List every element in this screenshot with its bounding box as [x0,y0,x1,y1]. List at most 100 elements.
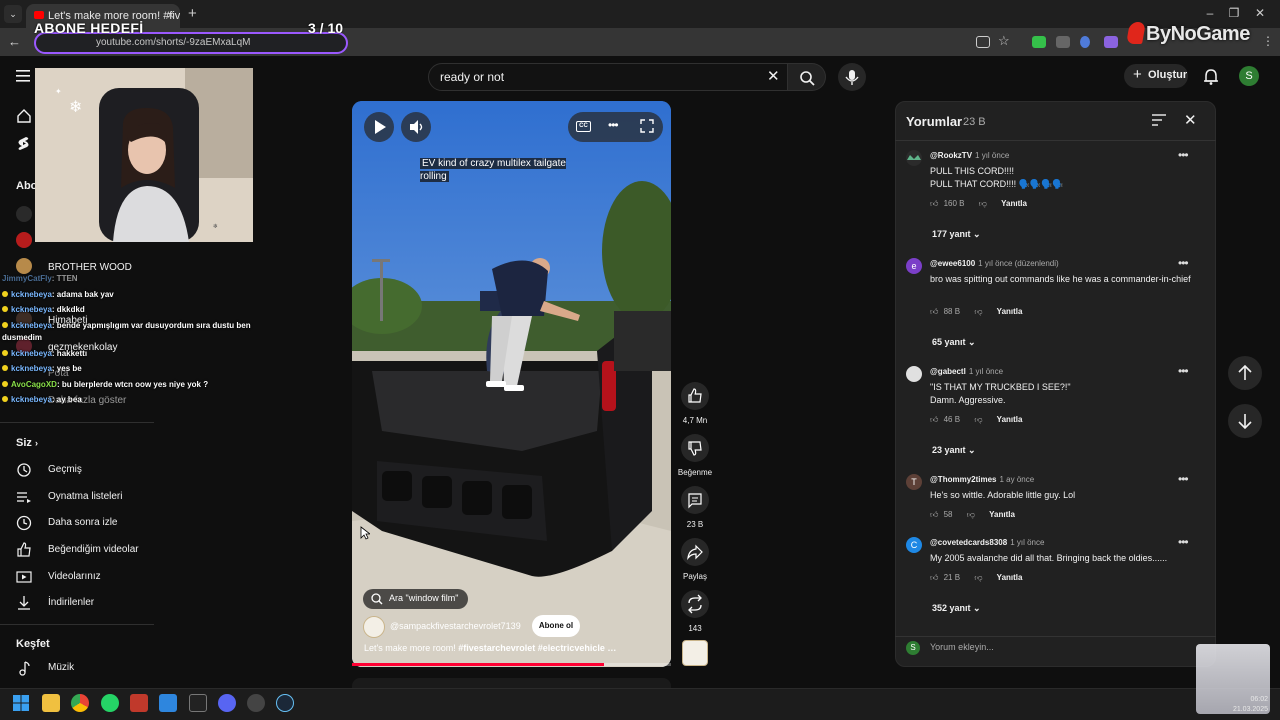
new-tab-button[interactable]: + [188,5,197,22]
commenter-name[interactable]: @Thommy2times [930,475,996,484]
sidebar-item-history[interactable]: Geçmiş [16,460,166,484]
thumb-up-icon[interactable]: 👍︎ [930,510,938,519]
channel-avatar[interactable] [363,616,385,638]
close-tab-icon[interactable]: × [167,8,174,22]
install-app-icon[interactable] [976,36,990,48]
dislike-button[interactable] [681,434,709,462]
photos-icon[interactable] [159,694,177,712]
commenter-handle[interactable]: @covetedcards8308 1 yıl önce [930,538,1044,547]
comment-menu-icon[interactable]: ••• [1178,256,1189,270]
sort-icon[interactable] [1152,114,1166,126]
commenter-avatar[interactable] [906,150,922,166]
channel-name-link[interactable]: @sampackfivestarchevrolet7139 [390,621,521,631]
audio-source-thumbnail[interactable] [682,640,708,666]
menu-hamburger-icon[interactable] [16,70,30,82]
play-button[interactable] [364,112,394,142]
browser-menu-icon[interactable]: ⋮ [1262,34,1274,48]
epic-games-icon[interactable] [189,694,207,712]
comment-menu-icon[interactable]: ••• [1178,148,1189,162]
channel-avatar[interactable] [16,232,32,248]
search-suggestion-chip[interactable]: Ara "window film" [363,589,469,609]
whatsapp-icon[interactable] [101,694,119,712]
create-button[interactable]: + Oluştur [1124,64,1188,88]
next-short-button[interactable] [1228,404,1262,438]
app-icon[interactable] [130,694,148,712]
like-button[interactable] [681,382,709,410]
bookmark-star-icon[interactable]: ☆ [998,33,1010,49]
commenter-handle[interactable]: @gabectl 1 yıl önce [930,367,1003,376]
sidebar-item-music[interactable]: Müzik [16,658,166,682]
reply-button[interactable]: Yanıtla [1001,199,1027,208]
commenter-avatar[interactable]: e [906,258,922,274]
volume-button[interactable] [401,112,431,142]
sidebar-item-watch-later[interactable]: Daha sonra izle [16,513,166,537]
commenter-name[interactable]: @covetedcards8308 [930,538,1007,547]
extension-icon[interactable] [1032,36,1046,48]
view-replies-button[interactable]: 177 yanıt ⌄ [932,229,981,240]
more-options-icon[interactable]: ••• [608,118,619,132]
commenter-handle[interactable]: @RookzTV 1 yıl önce [930,151,1009,160]
video-progress-bar[interactable] [352,663,671,666]
file-explorer-icon[interactable] [42,694,60,712]
commenter-avatar[interactable] [906,366,922,382]
thumb-up-icon[interactable]: 👍︎ [930,415,938,424]
taskbar-clock[interactable]: 06:02 21.03.2025 [1226,695,1268,715]
thumb-up-icon[interactable]: 👍︎ [930,307,938,316]
home-icon[interactable] [17,109,31,123]
back-icon[interactable]: ← [8,34,21,49]
commenter-name[interactable]: @ewee6100 [930,259,975,268]
notifications-bell-icon[interactable] [1203,68,1219,85]
tab-search-button[interactable]: ⌄ [4,5,22,23]
commenter-avatar[interactable]: C [906,537,922,553]
commenter-handle[interactable]: @ewee6100 1 yıl önce (düzenlendi) [930,259,1059,268]
search-button[interactable] [788,63,826,91]
previous-short-button[interactable] [1228,356,1262,390]
windows-start-icon[interactable] [12,694,30,712]
comment-menu-icon[interactable]: ••• [1178,472,1189,486]
sidebar-item-playlists[interactable]: Oynatma listeleri [16,487,166,511]
shorts-video-player[interactable] [352,101,671,667]
thumb-down-icon[interactable]: 👎︎ [967,510,975,519]
next-short-preview[interactable] [352,678,671,688]
steam-icon[interactable] [276,694,294,712]
reply-button[interactable]: Yanıtla [989,510,1015,519]
comment-menu-icon[interactable]: ••• [1178,364,1189,378]
commenter-name[interactable]: @RookzTV [930,151,972,160]
thumb-up-icon[interactable]: 👍︎ [930,573,938,582]
maximize-button[interactable]: ❐ [1224,6,1244,20]
shorts-icon[interactable] [17,136,31,151]
extension-icon[interactable] [1080,36,1090,48]
account-avatar[interactable]: S [1239,66,1259,86]
fullscreen-icon[interactable] [640,119,654,133]
commenter-avatar[interactable]: T [906,474,922,490]
close-window-button[interactable]: ✕ [1250,6,1270,20]
clear-search-icon[interactable]: ✕ [767,67,780,85]
sidebar-item-your-videos[interactable]: Videolarınız [16,567,166,591]
comments-button[interactable] [681,486,709,514]
thumb-down-icon[interactable]: 👎︎ [979,199,987,208]
captions-icon[interactable]: CC [576,121,591,132]
thumb-down-icon[interactable]: 👎︎ [974,415,982,424]
share-button[interactable] [681,538,709,566]
sidebar-item-downloads[interactable]: İndirilenler [16,593,166,617]
close-panel-icon[interactable]: ✕ [1184,111,1197,129]
remix-button[interactable] [681,590,709,618]
chrome-icon[interactable] [71,694,89,712]
voice-search-button[interactable] [838,63,866,91]
you-section-title[interactable]: Siz › [16,437,38,449]
add-comment-input[interactable]: Yorum ekleyin... [930,642,994,652]
view-replies-button[interactable]: 352 yanıt ⌄ [932,603,981,614]
video-title[interactable]: Let's make more room! #fivestarchevrolet… [364,643,664,653]
extension-icon[interactable] [1104,36,1118,48]
discord-icon[interactable] [218,694,236,712]
view-replies-button[interactable]: 23 yanıt ⌄ [932,445,976,456]
minimize-button[interactable]: – [1200,6,1220,20]
reply-button[interactable]: Yanıtla [997,307,1023,316]
reply-button[interactable]: Yanıtla [997,573,1023,582]
channel-avatar[interactable] [16,206,32,222]
reply-button[interactable]: Yanıtla [997,415,1023,424]
extension-icon[interactable] [1056,36,1070,48]
thumb-down-icon[interactable]: 👎︎ [974,573,982,582]
view-replies-button[interactable]: 65 yanıt ⌄ [932,337,976,348]
search-input[interactable]: ready or not [428,63,788,91]
